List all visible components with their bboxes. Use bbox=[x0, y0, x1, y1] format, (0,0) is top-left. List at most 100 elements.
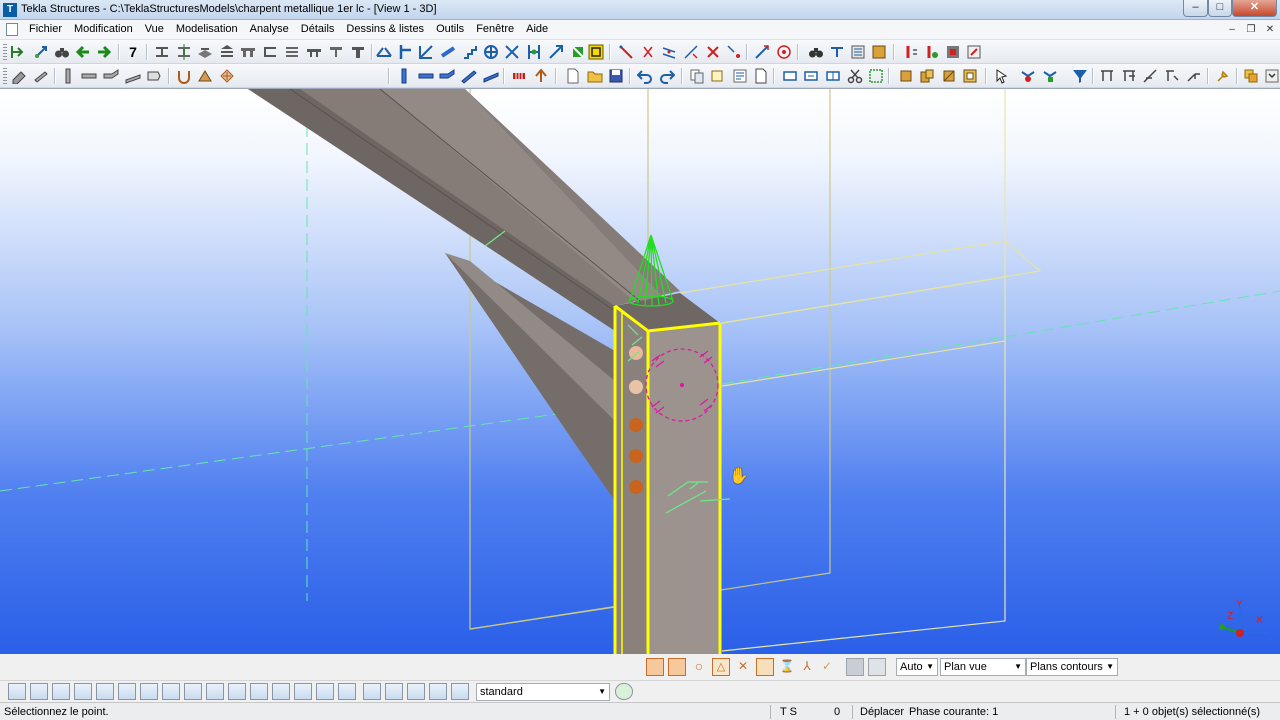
snap-detail-icon[interactable] bbox=[451, 683, 469, 700]
snap-triangle-icon[interactable]: △ bbox=[712, 658, 730, 676]
mdi-close-button[interactable]: ✕ bbox=[1262, 23, 1278, 37]
snap-cross-icon[interactable]: ✕ bbox=[734, 658, 752, 676]
align-icon[interactable] bbox=[10, 44, 26, 60]
surface-treatment-icon[interactable] bbox=[219, 68, 235, 84]
grid-icon[interactable] bbox=[526, 44, 542, 60]
snap-target-icon[interactable] bbox=[615, 683, 633, 700]
arrow-right-icon[interactable] bbox=[96, 44, 112, 60]
snap-points-icon[interactable] bbox=[30, 683, 48, 700]
part-icon[interactable] bbox=[898, 68, 914, 84]
view-box-2-icon[interactable] bbox=[803, 68, 819, 84]
concrete-polybeam-icon[interactable] bbox=[439, 68, 455, 84]
polybeam-icon[interactable] bbox=[504, 44, 520, 60]
arrow-left-icon[interactable] bbox=[75, 44, 91, 60]
inquire-icon[interactable] bbox=[808, 44, 824, 60]
angle-profile-icon[interactable] bbox=[284, 44, 300, 60]
snap-grid-icon[interactable] bbox=[52, 683, 70, 700]
save-icon[interactable] bbox=[608, 68, 624, 84]
layers-icon[interactable] bbox=[1243, 68, 1259, 84]
new-icon[interactable] bbox=[565, 68, 581, 84]
strip-footing-icon[interactable] bbox=[306, 44, 322, 60]
minimize-button[interactable]: – bbox=[1183, 0, 1208, 17]
snap-loads-icon[interactable] bbox=[294, 683, 312, 700]
plate-icon[interactable] bbox=[197, 44, 213, 60]
profile-stack-icon[interactable] bbox=[219, 44, 235, 60]
pin-icon[interactable] bbox=[1215, 68, 1231, 84]
select-filter-icon[interactable] bbox=[1071, 68, 1087, 84]
snap-settings-dropdown[interactable]: standard ▼ bbox=[476, 683, 610, 701]
snap-nearest-icon[interactable]: ⌛ bbox=[778, 658, 796, 676]
dimension-2-icon[interactable] bbox=[1121, 68, 1137, 84]
beam-profile-icon[interactable] bbox=[154, 44, 170, 60]
contour-plate-icon[interactable] bbox=[483, 44, 499, 60]
toolbar-grip[interactable] bbox=[3, 44, 7, 60]
bolt-group-icon[interactable] bbox=[176, 68, 192, 84]
undo-icon[interactable] bbox=[637, 68, 653, 84]
column-profile-icon[interactable] bbox=[176, 44, 192, 60]
toolbar-grip[interactable] bbox=[3, 68, 7, 84]
snap-assembly-icon[interactable] bbox=[363, 683, 381, 700]
reinforcement-icon[interactable] bbox=[511, 68, 527, 84]
dimension-angle-icon[interactable] bbox=[1142, 68, 1158, 84]
redo-icon[interactable] bbox=[659, 68, 675, 84]
numbering-icon[interactable] bbox=[903, 44, 919, 60]
snap-bolt-single-icon[interactable] bbox=[184, 683, 202, 700]
model-view-3d[interactable]: Y X Z ✋ bbox=[0, 88, 1280, 654]
snap-welds-icon[interactable] bbox=[96, 683, 114, 700]
view-box-icon[interactable] bbox=[782, 68, 798, 84]
number-button[interactable]: 7 bbox=[125, 44, 141, 60]
dimension-arc-icon[interactable] bbox=[1186, 68, 1202, 84]
weld-icon[interactable] bbox=[570, 44, 586, 60]
beam-connection-icon[interactable] bbox=[376, 44, 392, 60]
snap-seam-icon[interactable] bbox=[429, 683, 447, 700]
horizontal-beam-icon[interactable] bbox=[81, 68, 97, 84]
plane-dropdown[interactable]: Plan vue ▼ bbox=[940, 658, 1026, 676]
concrete-column-icon[interactable] bbox=[396, 68, 412, 84]
snap-midpoint-icon[interactable] bbox=[756, 658, 774, 676]
document-icon[interactable] bbox=[753, 68, 769, 84]
open-folder-icon[interactable] bbox=[587, 68, 603, 84]
concrete-strip-icon[interactable] bbox=[461, 68, 477, 84]
assembly-icon[interactable] bbox=[919, 68, 935, 84]
slab-icon[interactable] bbox=[240, 44, 256, 60]
snap-geometry-icon[interactable] bbox=[868, 658, 886, 676]
snap-cuts-icon[interactable] bbox=[118, 683, 136, 700]
cut-icon[interactable] bbox=[588, 44, 604, 60]
weld-tool-icon[interactable] bbox=[197, 68, 213, 84]
snap-references-icon[interactable] bbox=[338, 683, 356, 700]
menu-vue[interactable]: Vue bbox=[142, 23, 168, 35]
dimension-icon[interactable] bbox=[1099, 68, 1115, 84]
document-icon[interactable] bbox=[6, 23, 18, 36]
dimension-radius-icon[interactable] bbox=[1164, 68, 1180, 84]
material-catalog-icon[interactable] bbox=[850, 44, 866, 60]
stairs-icon[interactable] bbox=[462, 44, 478, 60]
tekla-app-icon[interactable]: T bbox=[3, 3, 17, 17]
copy-icon[interactable] bbox=[689, 68, 705, 84]
pad-footing-icon[interactable] bbox=[328, 44, 344, 60]
zoom-box-icon[interactable] bbox=[868, 68, 884, 84]
point-arc-icon[interactable] bbox=[726, 44, 742, 60]
snap-distances-icon[interactable] bbox=[272, 683, 290, 700]
cast-unit-icon[interactable] bbox=[941, 68, 957, 84]
select-objects-icon[interactable] bbox=[1042, 68, 1058, 84]
point-extension-icon[interactable] bbox=[683, 44, 699, 60]
snap-parts-icon[interactable] bbox=[74, 683, 92, 700]
snap-object-icon[interactable] bbox=[385, 683, 403, 700]
mdi-minimize-button[interactable]: – bbox=[1224, 23, 1240, 37]
contour-plate-tool-icon[interactable] bbox=[146, 68, 162, 84]
snap-planes-icon[interactable] bbox=[250, 683, 268, 700]
snap-views-icon[interactable] bbox=[140, 683, 158, 700]
channel-profile-icon[interactable] bbox=[262, 44, 278, 60]
model-canvas[interactable]: Y X Z bbox=[0, 89, 1280, 654]
panel-icon[interactable] bbox=[350, 44, 366, 60]
cut-part-icon[interactable] bbox=[11, 68, 27, 84]
twin-profile-icon[interactable] bbox=[125, 68, 141, 84]
binoculars-icon[interactable] bbox=[54, 44, 70, 60]
point-parallel-icon[interactable] bbox=[661, 44, 677, 60]
menu-outils[interactable]: Outils bbox=[433, 23, 468, 35]
snap-plane-icon[interactable] bbox=[846, 658, 864, 676]
point-line-icon[interactable] bbox=[618, 44, 634, 60]
point-cross-icon[interactable] bbox=[705, 44, 721, 60]
database-icon[interactable] bbox=[871, 44, 887, 60]
snap-surface-icon[interactable] bbox=[228, 683, 246, 700]
